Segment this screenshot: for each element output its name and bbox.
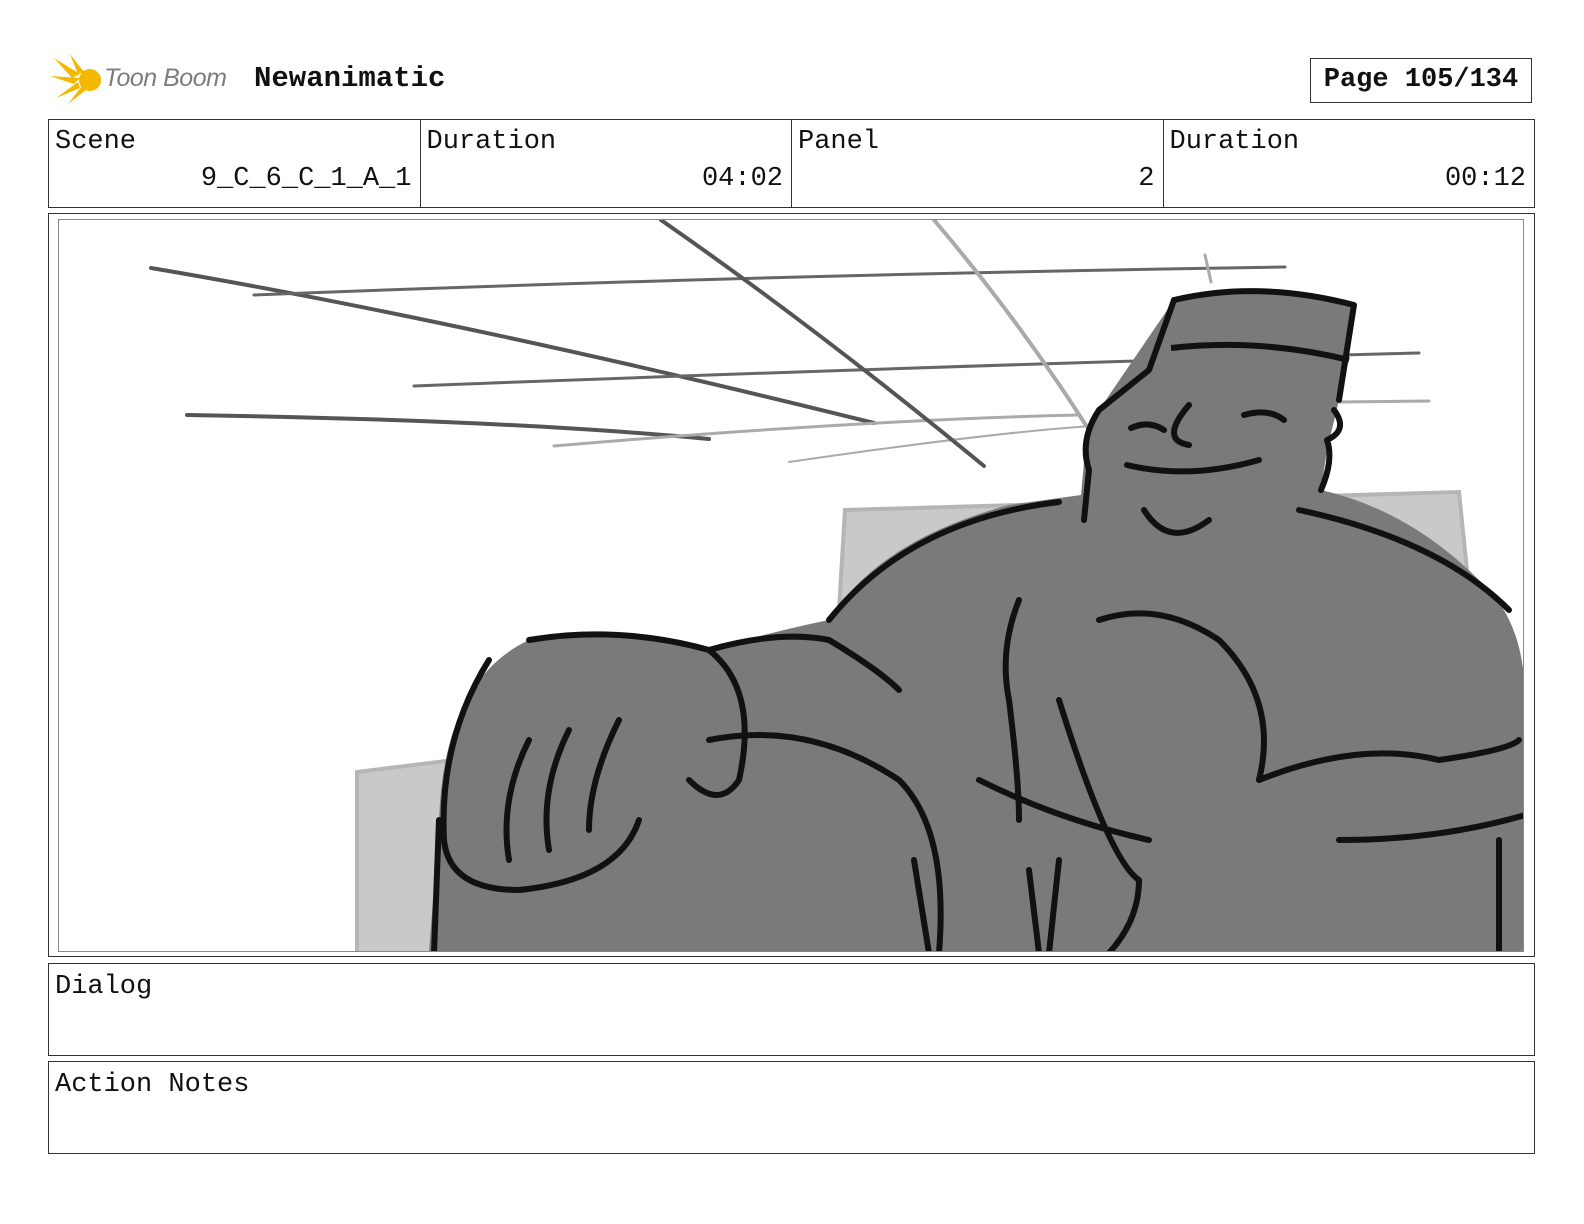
- action-notes-box: Action Notes: [48, 1061, 1535, 1154]
- dialog-label: Dialog: [55, 972, 153, 1002]
- scene-value: 9_C_6_C_1_A_1: [200, 164, 412, 194]
- panel-duration-label: Duration: [1169, 127, 1300, 157]
- scene-cell: Scene 9_C_6_C_1_A_1: [49, 120, 421, 207]
- scene-info-row: Scene 9_C_6_C_1_A_1 Duration 04:02 Panel…: [48, 119, 1535, 208]
- scene-duration-label: Duration: [426, 127, 557, 157]
- panel-value: 2: [1138, 164, 1155, 194]
- panel-label: Panel: [798, 127, 880, 157]
- panel-duration-cell: Duration 00:12: [1164, 120, 1535, 207]
- sketch-drawing: [149, 220, 1523, 951]
- page-indicator: Page 105/134: [1310, 58, 1532, 103]
- logo-wordmark: Toon Boom: [104, 64, 227, 92]
- action-notes-label: Action Notes: [55, 1070, 250, 1100]
- dialog-box: Dialog: [48, 963, 1535, 1056]
- panel-duration-value: 00:12: [1444, 164, 1526, 194]
- scene-label: Scene: [55, 127, 137, 157]
- storyboard-sketch: [58, 219, 1524, 952]
- panel-cell: Panel 2: [792, 120, 1164, 207]
- scene-duration-cell: Duration 04:02: [421, 120, 792, 207]
- logo-burst-icon: [50, 54, 101, 104]
- project-title: Newanimatic: [254, 62, 446, 95]
- scene-duration-value: 04:02: [701, 164, 783, 194]
